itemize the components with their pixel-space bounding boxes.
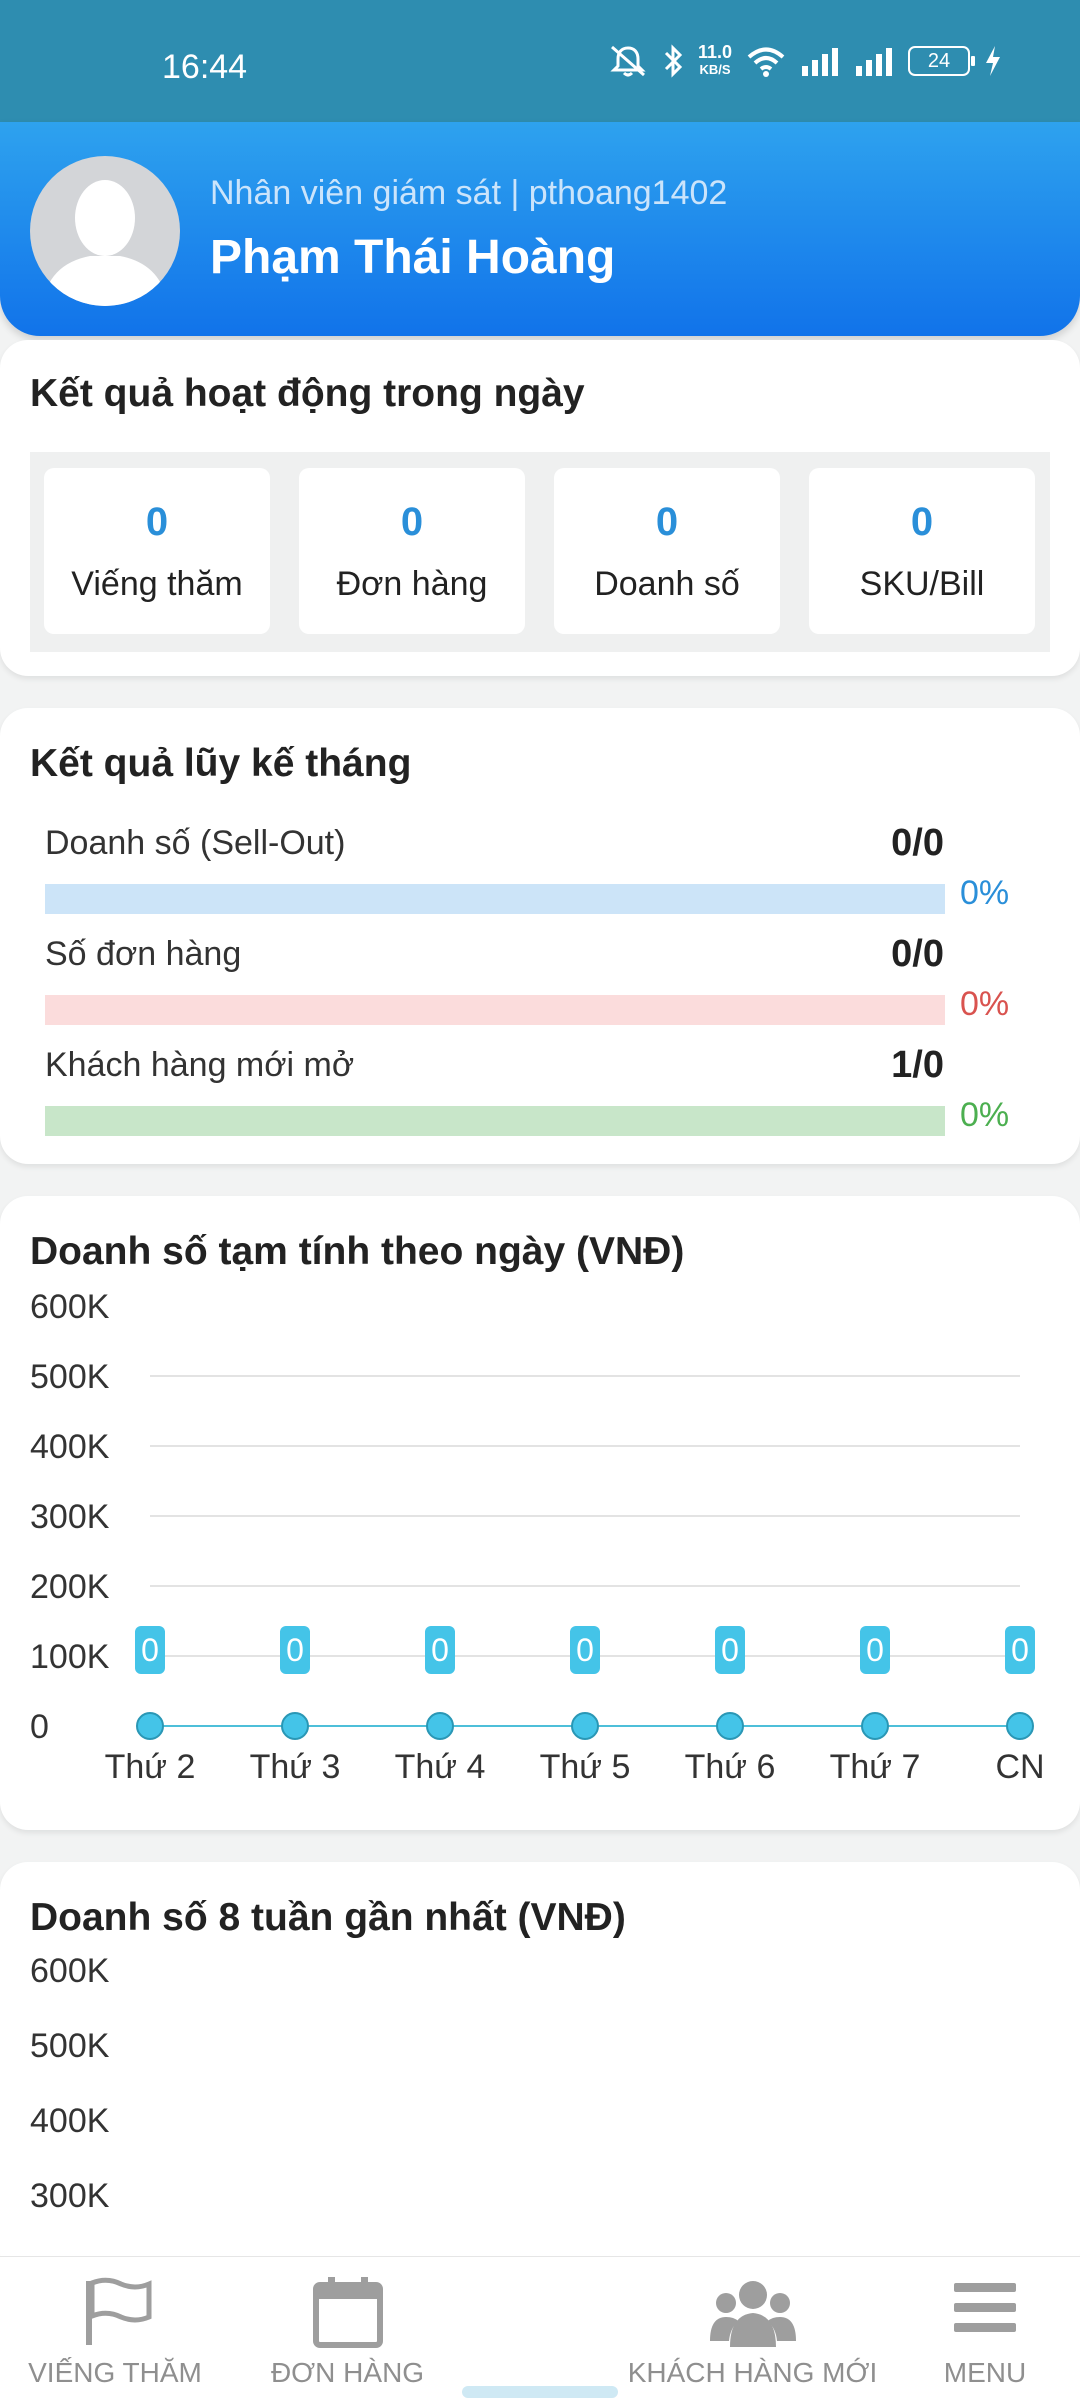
- avatar[interactable]: [30, 156, 180, 306]
- stat-visits[interactable]: 0 Viếng thăm: [44, 468, 270, 634]
- users-icon: [709, 2281, 796, 2347]
- data-point: [426, 1712, 454, 1740]
- progress-bar: [45, 884, 945, 914]
- x-tick-label: Thứ 4: [395, 1748, 486, 1786]
- x-tick-label: Thứ 7: [830, 1748, 921, 1786]
- data-point: [136, 1712, 164, 1740]
- y-tick-label: 200K: [30, 1568, 110, 1606]
- progress-label: Doanh số (Sell-Out): [45, 824, 346, 862]
- nav-menu[interactable]: MENU: [900, 2257, 1070, 2400]
- progress-value: 0/0: [891, 822, 944, 864]
- flag-icon: [86, 2277, 152, 2345]
- nav-label: KHÁCH HÀNG MỚI: [627, 2357, 878, 2388]
- y-tick-label: 500K: [30, 2027, 110, 2065]
- weekly-revenue-chart-title: Doanh số 8 tuần gần nhất (VNĐ): [30, 1896, 626, 1939]
- y-tick-label: 0: [30, 1708, 49, 1746]
- stat-label: SKU/Bill: [859, 565, 985, 603]
- weekly-revenue-chart-card: Doanh số 8 tuần gần nhất (VNĐ) 600K 500K…: [0, 1862, 1080, 2282]
- nav-new-customers[interactable]: KHÁCH HÀNG MỚI: [620, 2257, 885, 2400]
- x-tick-label: Thứ 6: [685, 1748, 776, 1786]
- calendar-icon: [312, 2277, 383, 2348]
- progress-bar: [45, 1106, 945, 1136]
- stat-sku-bill[interactable]: 0 SKU/Bill: [809, 468, 1035, 634]
- user-name: Phạm Thái Hoàng: [210, 231, 616, 284]
- data-label: 0: [286, 1632, 304, 1668]
- stat-revenue[interactable]: 0 Doanh số: [554, 468, 780, 634]
- stat-label: Doanh số: [594, 565, 740, 603]
- stat-value: 0: [400, 500, 424, 544]
- data-point: [861, 1712, 889, 1740]
- charging-icon: [986, 46, 1000, 76]
- stat-label: Viếng thăm: [71, 565, 243, 603]
- net-speed: 11.0 KB/S: [697, 42, 732, 78]
- progress-label: Số đơn hàng: [45, 935, 242, 973]
- data-label: 0: [431, 1632, 449, 1668]
- status-time: 16:44: [162, 48, 248, 86]
- data-point: [716, 1712, 744, 1740]
- monthly-results-title: Kết quả lũy kế tháng: [30, 742, 412, 785]
- stat-label: Đơn hàng: [336, 565, 488, 603]
- stat-value: 0: [655, 500, 679, 544]
- y-tick-label: 400K: [30, 2102, 110, 2140]
- stat-value: 0: [910, 500, 934, 544]
- data-point: [281, 1712, 309, 1740]
- nav-label: MENU: [943, 2357, 1027, 2388]
- progress-bar: [45, 995, 945, 1025]
- daily-revenue-chart-card: Doanh số tạm tính theo ngày (VNĐ) 0 100K 2…: [0, 1196, 1080, 1830]
- y-tick-label: 500K: [30, 1358, 110, 1396]
- y-tick-label: 600K: [30, 1288, 110, 1326]
- progress-percent: 0%: [960, 874, 1010, 912]
- y-tick-label: 600K: [30, 1952, 110, 1990]
- monthly-results-card: Kết quả lũy kế tháng Doanh số (Sell-Out)…: [0, 708, 1080, 1164]
- net-speed-unit: KB/S: [699, 62, 731, 77]
- profile-header: Nhân viên giám sát | pthoang1402 Phạm Th…: [0, 122, 1080, 336]
- progress-label: Khách hàng mới mở: [45, 1046, 355, 1084]
- progress-value: 1/0: [891, 1044, 944, 1086]
- x-tick-label: Thứ 3: [250, 1748, 341, 1786]
- progress-percent: 0%: [960, 985, 1010, 1023]
- y-tick-label: 400K: [30, 1428, 110, 1466]
- data-point: [571, 1712, 599, 1740]
- y-tick-label: 100K: [30, 1638, 110, 1676]
- data-label: 0: [1011, 1632, 1029, 1668]
- daily-results-card: Kết quả hoạt động trong ngày 0 Viếng thă…: [0, 340, 1080, 676]
- status-bar: 16:44 11.0 KB/S 24: [0, 0, 1080, 122]
- daily-revenue-chart: 0 100K 200K 300K 400K 500K 600K 0 Thứ 2 0 Thứ 3 0 Th…: [30, 1288, 1045, 1786]
- data-label: 0: [576, 1632, 594, 1668]
- wifi-icon: [747, 47, 785, 77]
- progress-percent: 0%: [960, 1096, 1010, 1134]
- battery-level: 24: [927, 49, 951, 72]
- user-silhouette-icon: [42, 180, 168, 306]
- data-point: [1006, 1712, 1034, 1740]
- mute-icon: [610, 45, 646, 77]
- data-label: 0: [721, 1632, 739, 1668]
- nav-orders[interactable]: ĐƠN HÀNG: [230, 2257, 465, 2400]
- signal-icon: [856, 48, 892, 76]
- data-label: 0: [866, 1632, 884, 1668]
- data-label: 0: [141, 1632, 159, 1668]
- x-tick-label: Thứ 2: [105, 1748, 196, 1786]
- y-tick-label: 300K: [30, 1498, 110, 1536]
- home-indicator[interactable]: [462, 2386, 618, 2398]
- daily-results-title: Kết quả hoạt động trong ngày: [30, 372, 585, 415]
- bottom-navigation: VIẾNG THĂM ĐƠN HÀNG KHÁCH HÀNG MỚI MENU: [0, 2256, 1080, 2400]
- battery-icon: 24: [908, 46, 975, 76]
- signal-icon: [802, 48, 838, 76]
- nav-visits[interactable]: VIẾNG THĂM: [0, 2257, 230, 2400]
- stat-value: 0: [145, 500, 169, 544]
- status-icons: 11.0 KB/S 24: [608, 42, 1002, 78]
- bluetooth-icon: [664, 44, 683, 78]
- daily-results-grid: 0 Viếng thăm 0 Đơn hàng 0 Doanh số 0 SKU…: [30, 452, 1050, 652]
- y-tick-label: 300K: [30, 2177, 110, 2215]
- x-tick-label: CN: [995, 1748, 1044, 1786]
- nav-label: ĐƠN HÀNG: [270, 2357, 425, 2388]
- x-tick-label: Thứ 5: [540, 1748, 631, 1786]
- progress-value: 0/0: [891, 933, 944, 975]
- net-speed-value: 11.0: [697, 42, 732, 62]
- nav-label: VIẾNG THĂM: [28, 2357, 202, 2388]
- stat-orders[interactable]: 0 Đơn hàng: [299, 468, 525, 634]
- user-role: Nhân viên giám sát | pthoang1402: [210, 174, 728, 212]
- menu-icon: [954, 2283, 1016, 2332]
